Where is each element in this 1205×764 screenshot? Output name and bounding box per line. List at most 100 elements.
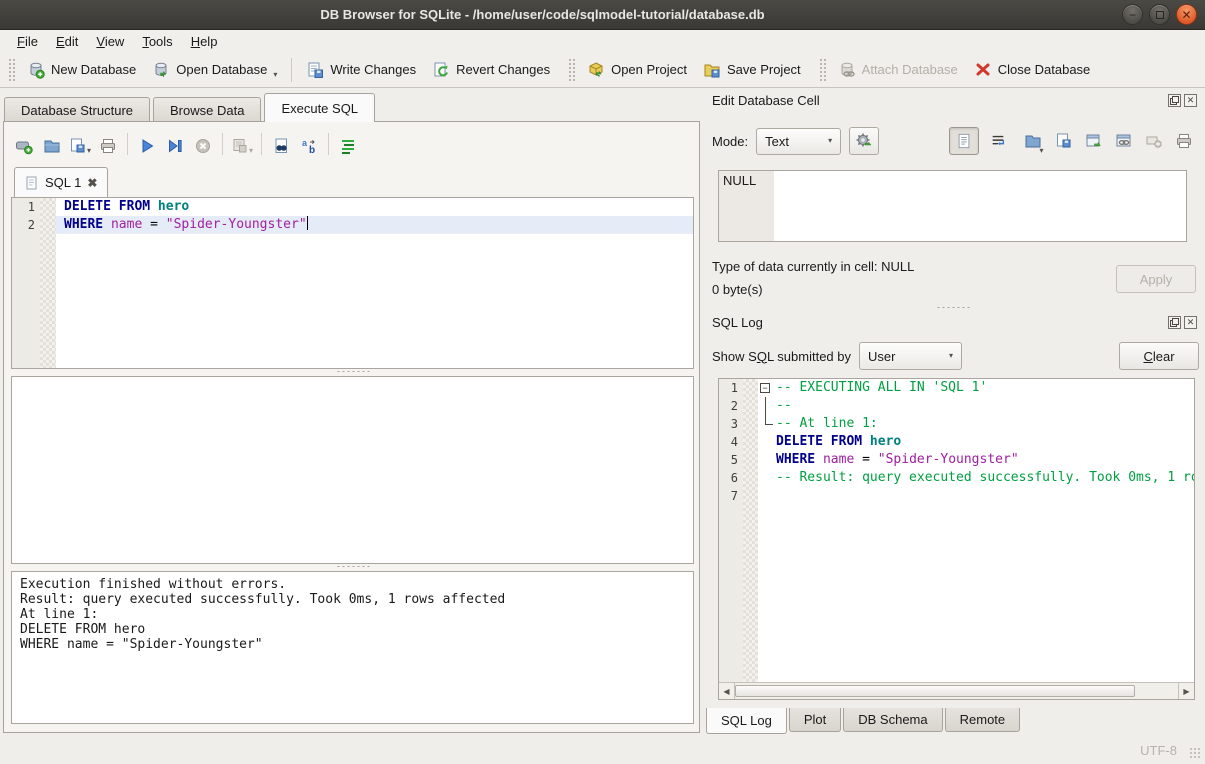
- revert-changes-button[interactable]: Revert Changes: [424, 56, 558, 84]
- tab-sql-1[interactable]: SQL 1 ✖: [14, 167, 108, 197]
- sql-toolbar-separator: [328, 133, 329, 155]
- sql-editor[interactable]: 1 2 DELETE FROM hero WHERE name = "Spide…: [11, 197, 694, 369]
- grid-message-splitter[interactable]: [11, 563, 694, 570]
- tab-db-schema[interactable]: DB Schema: [843, 708, 942, 732]
- save-sql-file-button[interactable]: ▾: [68, 133, 92, 155]
- encoding-indicator: UTF-8: [1140, 743, 1177, 758]
- menu-edit[interactable]: Edit: [47, 32, 87, 51]
- dock-float-button[interactable]: [1168, 316, 1181, 329]
- window-controls: − ✕: [1122, 4, 1197, 25]
- tab-db-schema-label: DB Schema: [858, 712, 927, 727]
- scroll-right-icon[interactable]: ▶: [1178, 683, 1194, 699]
- cell-value-editor[interactable]: NULL: [718, 170, 1187, 242]
- menu-tools[interactable]: Tools: [133, 32, 181, 51]
- save-sql-caret-icon[interactable]: ▾: [87, 147, 91, 155]
- clear-log-button[interactable]: Clear: [1119, 342, 1199, 370]
- tab-execute-sql[interactable]: Execute SQL: [264, 93, 375, 122]
- tab-sql-log[interactable]: SQL Log: [706, 708, 787, 734]
- find-button[interactable]: [269, 133, 293, 155]
- dock-float-button[interactable]: [1168, 94, 1181, 107]
- open-sql-file-button[interactable]: [40, 133, 64, 155]
- tab-remote[interactable]: Remote: [945, 708, 1021, 732]
- toolbar-drag-handle[interactable]: [568, 58, 575, 82]
- maximize-button[interactable]: [1149, 4, 1170, 25]
- line-number: 6: [719, 469, 743, 487]
- open-in-external-button[interactable]: [1079, 127, 1109, 155]
- sql-toolbar-separator: [261, 133, 262, 155]
- log-horizontal-scrollbar[interactable]: ◀ ▶: [719, 682, 1194, 699]
- open-database-button[interactable]: Open Database ▾: [144, 56, 285, 84]
- toolbar-drag-handle[interactable]: [819, 58, 826, 82]
- close-database-button[interactable]: Close Database: [966, 56, 1099, 84]
- new-database-button[interactable]: New Database: [19, 56, 144, 84]
- text-mode-toggle[interactable]: [949, 127, 979, 155]
- log-filter-select[interactable]: User ▾: [859, 342, 962, 370]
- tab-browse-data-label: Browse Data: [170, 103, 244, 118]
- set-null-icon: [1145, 132, 1163, 150]
- minimize-button[interactable]: −: [1122, 4, 1143, 25]
- close-button[interactable]: ✕: [1176, 4, 1197, 25]
- print-cell-button[interactable]: [1169, 127, 1199, 155]
- link-icon: [1115, 132, 1133, 150]
- tab-database-structure[interactable]: Database Structure: [4, 97, 150, 122]
- mode-label: Mode:: [712, 134, 748, 149]
- print-sql-icon: [99, 137, 117, 155]
- execute-line-icon: [166, 137, 184, 155]
- dock-close-button[interactable]: ✕: [1184, 316, 1197, 329]
- main-toolbar: New Database Open Database ▾ Write Chang…: [0, 53, 1205, 88]
- open-database-caret-icon[interactable]: ▾: [273, 71, 277, 79]
- dock-float-icon: [1170, 318, 1179, 327]
- log-line-5: WHERE name = "Spider-Youngster": [758, 451, 1194, 469]
- toolbar-separator: [291, 58, 292, 82]
- export-cell-data-button[interactable]: [1049, 127, 1079, 155]
- sql-comment: --: [776, 397, 792, 415]
- print-sql-button[interactable]: [96, 133, 120, 155]
- sql-document-icon: [25, 176, 39, 190]
- scroll-left-icon[interactable]: ◀: [719, 683, 735, 699]
- word-wrap-button[interactable]: [983, 127, 1013, 155]
- resize-grip[interactable]: [1189, 747, 1202, 760]
- format-sql-button[interactable]: [336, 133, 360, 155]
- sql-identifier: name: [823, 451, 854, 469]
- editor-code-area[interactable]: DELETE FROM hero WHERE name = "Spider-Yo…: [56, 198, 693, 368]
- import-cell-data-button[interactable]: ▾: [1019, 127, 1049, 155]
- export-icon: [1055, 132, 1073, 150]
- tab-sql-1-label: SQL 1: [45, 175, 81, 190]
- sql-comment: -- At line 1:: [776, 415, 878, 433]
- minimize-icon: −: [1129, 9, 1136, 21]
- log-line-number-gutter: 1 2 3 4 5 6 7: [719, 379, 743, 699]
- menu-file[interactable]: File: [8, 32, 47, 51]
- cell-null-label: NULL: [723, 173, 756, 188]
- cell-log-splitter[interactable]: [706, 304, 1199, 311]
- menu-view[interactable]: View: [87, 32, 133, 51]
- menu-help[interactable]: Help: [182, 32, 227, 51]
- fold-collapse-icon[interactable]: −: [760, 383, 770, 393]
- toolbar-drag-handle[interactable]: [8, 58, 15, 82]
- write-changes-button[interactable]: Write Changes: [298, 56, 424, 84]
- copy-cell-link-button[interactable]: [1109, 127, 1139, 155]
- tab-browse-data[interactable]: Browse Data: [153, 97, 261, 122]
- open-project-button[interactable]: Open Project: [579, 56, 695, 84]
- tab-sql-1-close-icon[interactable]: ✖: [87, 176, 97, 190]
- find-replace-button[interactable]: ab: [297, 133, 321, 155]
- editor-results-splitter[interactable]: [11, 368, 694, 375]
- attach-database-label: Attach Database: [862, 61, 958, 79]
- execute-line-button[interactable]: [163, 133, 187, 155]
- log-line-4: DELETE FROM hero: [758, 433, 1194, 451]
- sql-log-viewer[interactable]: 1 2 3 4 5 6 7 − -- EXECUTING ALL IN 'SQL…: [718, 378, 1195, 700]
- results-grid-pane[interactable]: [11, 376, 694, 564]
- dock-float-icon: [1170, 96, 1179, 105]
- editor-line-2-current: WHERE name = "Spider-Youngster": [56, 216, 693, 234]
- line-number: 4: [719, 433, 743, 451]
- execute-all-button[interactable]: [135, 133, 159, 155]
- tab-plot[interactable]: Plot: [789, 708, 841, 732]
- execution-message-pane[interactable]: Execution finished without errors. Resul…: [11, 571, 694, 724]
- apply-format-button[interactable]: [849, 127, 879, 155]
- mode-select[interactable]: Text ▾: [756, 128, 841, 155]
- save-project-button[interactable]: Save Project: [695, 56, 809, 84]
- line-number: 3: [719, 415, 743, 433]
- dock-close-button[interactable]: ✕: [1184, 94, 1197, 107]
- save-results-button: ▾: [230, 133, 254, 155]
- new-sql-tab-button[interactable]: [12, 133, 36, 155]
- scrollbar-thumb[interactable]: [735, 685, 1135, 697]
